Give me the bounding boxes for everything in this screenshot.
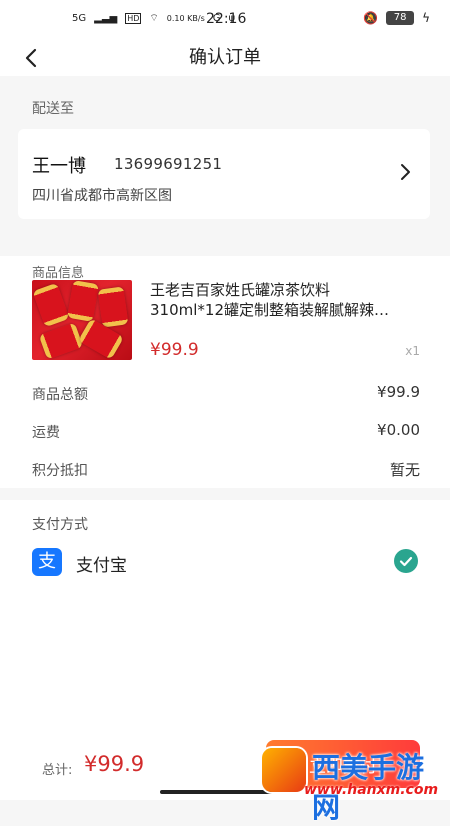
delivery-section-label: 配送至 — [32, 101, 74, 117]
mute-icon: 🔕 — [363, 11, 379, 25]
payment-selected-check[interactable] — [394, 549, 418, 573]
row-label: 积分抵扣 — [32, 463, 88, 479]
recipient-name: 王一博 — [32, 156, 86, 177]
network-label: 5G — [72, 13, 87, 24]
wifi-icon: ⌔ — [149, 13, 159, 24]
product-title-line1: 王老吉百家姓氏罐凉茶饮料 — [150, 281, 331, 299]
net-speed: 0.10 KB/s — [166, 14, 205, 23]
charging-icon: ϟ — [422, 11, 430, 25]
status-time: 22:16 — [206, 11, 247, 27]
can-shape — [38, 322, 84, 360]
payment-method-name[interactable]: 支付宝 — [76, 551, 127, 576]
goods-section-label: 商品信息 — [32, 266, 85, 281]
page-title: 确认订单 — [189, 47, 261, 68]
total-label: 总计: — [42, 763, 73, 778]
address-card[interactable]: 王一博 13699691251 四川省成都市高新区图 — [18, 129, 430, 219]
address-arrow[interactable] — [396, 161, 414, 183]
home-indicator[interactable] — [160, 790, 290, 794]
alipay-icon: 支 — [32, 548, 62, 576]
status-bar: 5G ▂▃▅ HD ⌔ 0.10 KB/s G ψ 22:16 🔕 78 ϟ — [0, 0, 450, 40]
row-value: ¥99.9 — [377, 383, 420, 401]
summary-row-points[interactable]: 积分抵扣 暂无 — [0, 448, 450, 486]
status-right: 🔕 78 ϟ — [363, 11, 430, 25]
row-value: 暂无 — [389, 461, 420, 479]
signal-icon: ▂▃▅ — [94, 13, 118, 24]
back-button[interactable] — [18, 44, 46, 72]
nav-bar: 确认订单 — [0, 40, 450, 76]
can-shape — [32, 282, 70, 328]
summary-row-shipping: 运费 ¥0.00 — [0, 410, 450, 448]
pay-now-button[interactable]: 立即支付 — [266, 740, 420, 788]
empty-area — [0, 620, 450, 730]
summary-row-goods-total: 商品总额 ¥99.9 — [0, 372, 450, 410]
hd-badge: HD — [125, 13, 142, 24]
payment-section-label: 支付方式 — [32, 517, 88, 533]
payment-section: 支付方式 支 支付宝 — [0, 500, 450, 620]
chevron-right-icon — [401, 164, 410, 180]
can-shape — [97, 286, 129, 328]
bottom-bar: 总计: ¥99.9 立即支付 — [0, 730, 450, 800]
product-price: ¥99.9 — [150, 340, 199, 360]
order-summary: 商品总额 ¥99.9 运费 ¥0.00 积分抵扣 暂无 — [0, 370, 450, 488]
row-value: ¥0.00 — [377, 421, 420, 439]
check-icon — [399, 556, 413, 567]
recipient-phone: 13699691251 — [114, 155, 223, 173]
product-title[interactable]: 王老吉百家姓氏罐凉茶饮料 310ml*12罐定制整箱装解腻解辣… — [150, 280, 422, 320]
row-label: 商品总额 — [32, 387, 88, 403]
battery-icon: 78 — [386, 11, 415, 25]
recipient-address: 四川省成都市高新区图 — [32, 188, 172, 204]
chevron-left-icon — [25, 48, 37, 68]
product-title-line2: 310ml*12罐定制整箱装解腻解辣… — [150, 301, 389, 319]
total-value: ¥99.9 — [84, 752, 145, 776]
product-image[interactable] — [32, 280, 132, 360]
goods-section: 商品信息 王老吉百家姓氏罐凉茶饮料 310ml*12罐定制整箱装解腻解辣… ¥9… — [0, 256, 450, 370]
can-shape — [66, 280, 100, 322]
row-label: 运费 — [32, 425, 60, 441]
product-quantity: x1 — [405, 344, 420, 358]
